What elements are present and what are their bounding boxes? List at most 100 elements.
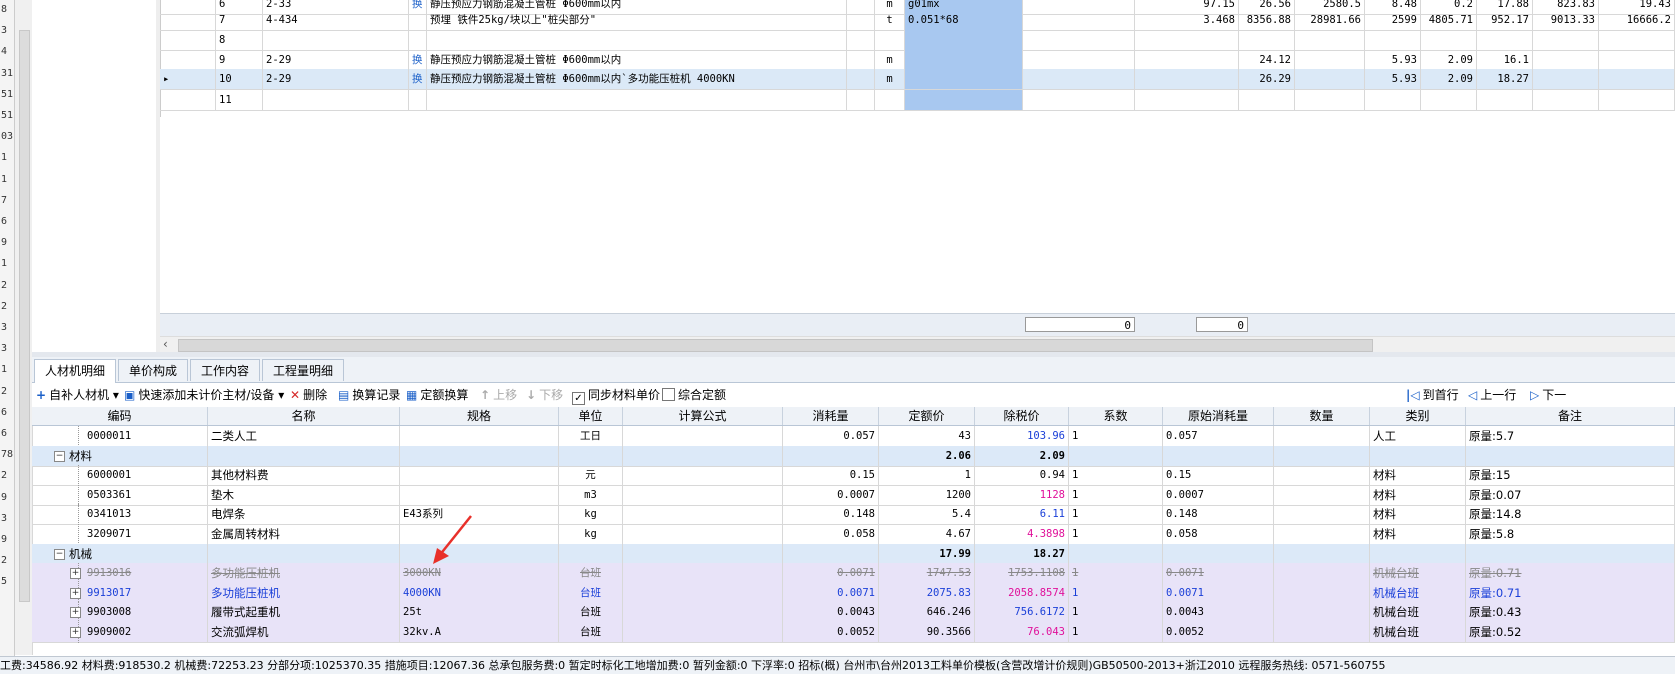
resource-cell-tax[interactable]: 1753.1108 bbox=[975, 563, 1069, 584]
resource-cell-formula[interactable] bbox=[623, 426, 783, 446]
quota-cell-c1[interactable] bbox=[1135, 30, 1239, 50]
resource-cell-price[interactable]: 5.4 bbox=[879, 504, 975, 525]
expand-toggle-icon[interactable]: + bbox=[70, 627, 81, 638]
column-header[interactable]: 除税价 bbox=[975, 407, 1069, 425]
quota-cell-c8[interactable] bbox=[1599, 30, 1675, 50]
expand-toggle-icon[interactable]: + bbox=[70, 607, 81, 619]
resource-cell-note[interactable]: 原量:0.07 bbox=[1466, 484, 1675, 505]
resource-cell-price[interactable]: 4.67 bbox=[879, 524, 975, 544]
resource-cell-coef[interactable]: 1 bbox=[1069, 582, 1163, 603]
quota-cell-c6[interactable] bbox=[1477, 30, 1533, 50]
quota-cell-unit[interactable]: m bbox=[875, 50, 905, 70]
quota-cell-code[interactable]: 2-29 bbox=[263, 69, 409, 89]
quota-cell-name[interactable]: 静压预应力钢筋混凝土管桩 Φ600mm以内 bbox=[427, 50, 847, 70]
resource-cell-qty[interactable]: 0.15 bbox=[783, 465, 879, 486]
resource-cell-orig[interactable] bbox=[1163, 445, 1274, 466]
tree-panel[interactable] bbox=[32, 0, 161, 352]
resource-cell-orig[interactable]: 0.058 bbox=[1163, 524, 1274, 544]
resource-cell-unit[interactable]: 台班 bbox=[559, 582, 623, 603]
resource-cell-orig[interactable]: 0.15 bbox=[1163, 465, 1274, 486]
row-indicator[interactable] bbox=[160, 50, 216, 70]
resource-cell-note[interactable]: 原量:15 bbox=[1466, 465, 1675, 486]
scrollbar-thumb[interactable] bbox=[178, 339, 1373, 352]
resource-cell-tax[interactable]: 103.96 bbox=[975, 426, 1069, 446]
resource-cell-spec[interactable]: 4000KN bbox=[400, 582, 559, 603]
move-up-button[interactable]: ↑ 上移 bbox=[480, 383, 517, 407]
resource-cell-tax[interactable]: 76.043 bbox=[975, 622, 1069, 642]
resource-cell-cat[interactable]: 机械台班 bbox=[1370, 622, 1466, 642]
resource-cell-qty[interactable]: 0.0071 bbox=[783, 563, 879, 584]
resource-cell-formula[interactable] bbox=[623, 622, 783, 642]
resource-cell-cat[interactable]: 机械台班 bbox=[1370, 602, 1466, 623]
resource-cell-note[interactable]: 原量:0.43 bbox=[1466, 602, 1675, 623]
sync-price-checkbox[interactable]: ✓ 同步材料单价 bbox=[572, 383, 660, 407]
resource-cell-orig[interactable]: 0.0007 bbox=[1163, 484, 1274, 505]
resource-cell-spec[interactable] bbox=[400, 484, 559, 505]
resource-cell-tax[interactable]: 0.94 bbox=[975, 465, 1069, 486]
column-header[interactable]: 计算公式 bbox=[623, 407, 783, 425]
resource-cell-price[interactable]: 2.06 bbox=[879, 445, 975, 466]
quota-cell-formula[interactable] bbox=[905, 69, 1023, 89]
resource-cell-cat[interactable] bbox=[1370, 445, 1466, 466]
resource-cell-count[interactable] bbox=[1274, 524, 1370, 544]
resource-cell-price[interactable]: 2075.83 bbox=[879, 582, 975, 603]
resource-cell-code[interactable]: 9903008 bbox=[84, 602, 208, 623]
resource-cell-qty[interactable]: 0.0007 bbox=[783, 484, 879, 505]
column-header[interactable]: 消耗量 bbox=[783, 407, 879, 425]
resource-cell-code[interactable]: 9909002 bbox=[84, 622, 208, 642]
resource-cell-code[interactable]: 9913017 bbox=[84, 582, 208, 603]
resource-cell-orig[interactable]: 0.148 bbox=[1163, 504, 1274, 525]
quota-cell-unit[interactable] bbox=[875, 90, 905, 110]
left-vertical-scrollbar[interactable] bbox=[15, 0, 33, 655]
resource-row[interactable]: +9913017 多功能压桩机 4000KN 台班 0.0071 2075.83 2058.… bbox=[32, 582, 1675, 604]
collapse-toggle-icon[interactable]: − bbox=[54, 450, 65, 462]
quota-cell-code[interactable]: 4-434 bbox=[263, 10, 409, 30]
resource-cell-name[interactable] bbox=[208, 543, 400, 564]
quota-cell-c2[interactable] bbox=[1239, 90, 1295, 110]
quota-row[interactable]: 7 4-434 预埋 铁件25kg/块以上"桩尖部分" t 0.051*68 3.468 8… bbox=[160, 10, 1675, 31]
resource-cell-price[interactable]: 1200 bbox=[879, 484, 975, 505]
resource-cell-code[interactable]: 3209071 bbox=[84, 524, 208, 544]
quota-cell-name[interactable] bbox=[427, 90, 847, 110]
resource-cell-qty[interactable]: 0.148 bbox=[783, 504, 879, 525]
resource-cell-spec[interactable] bbox=[400, 445, 559, 466]
quota-conversion-button[interactable]: ▦ 定额换算 bbox=[406, 383, 468, 407]
resource-row[interactable]: 0503361 垫木 m3 0.0007 1200 1128 1 0.0007 材料 原量:0.0… bbox=[32, 484, 1675, 506]
quota-cell-code[interactable]: 2-29 bbox=[263, 50, 409, 70]
resource-cell-unit[interactable]: 台班 bbox=[559, 602, 623, 623]
tab-unit-price[interactable]: 单价构成 bbox=[118, 359, 189, 381]
resource-cell-qty[interactable]: 0.0052 bbox=[783, 622, 879, 642]
quota-cell-name[interactable]: 预埋 铁件25kg/块以上"桩尖部分" bbox=[427, 10, 847, 30]
add-resource-button[interactable]: + 自补人材机 ▾ bbox=[36, 383, 119, 407]
resource-cell-tax[interactable]: 18.27 bbox=[975, 543, 1069, 564]
resource-cell-count[interactable] bbox=[1274, 622, 1370, 642]
quota-grid[interactable]: 6 2-33 换静压预应力钢筋混凝土管桩 Φ600mm以内 m g01mx 97.15 26… bbox=[160, 0, 1675, 117]
resource-cell-tax[interactable]: 1128 bbox=[975, 484, 1069, 505]
resource-row[interactable]: 6000001 其他材料费元 0.15 1 0.94 1 0.15 材料 原量:15 bbox=[32, 465, 1675, 487]
convert-marker[interactable] bbox=[409, 90, 427, 110]
resource-cell-count[interactable] bbox=[1274, 504, 1370, 525]
resource-cell-tax[interactable]: 4.3898 bbox=[975, 524, 1069, 544]
resource-cell-name[interactable]: 多功能压桩机 bbox=[208, 582, 400, 603]
resource-cell-unit[interactable]: kg bbox=[559, 504, 623, 525]
resource-cell-unit[interactable]: 台班 bbox=[559, 622, 623, 642]
resource-cell-price[interactable]: 43 bbox=[879, 426, 975, 446]
resource-cell-coef[interactable]: 1 bbox=[1069, 524, 1163, 544]
resource-cell-price[interactable]: 1 bbox=[879, 465, 975, 486]
quota-cell-c3[interactable] bbox=[1295, 90, 1365, 110]
quota-cell-unit[interactable]: m bbox=[875, 69, 905, 89]
resource-cell-qty[interactable]: 0.057 bbox=[783, 426, 879, 446]
quota-cell-c4[interactable]: 5.93 bbox=[1365, 50, 1421, 70]
quota-cell-seq[interactable]: 11 bbox=[216, 90, 263, 110]
convert-marker[interactable] bbox=[409, 10, 427, 30]
resource-cell-formula[interactable] bbox=[623, 524, 783, 544]
quota-cell-c5[interactable]: 2.09 bbox=[1421, 69, 1477, 89]
move-down-button[interactable]: ↓ 下移 bbox=[526, 383, 563, 407]
resource-cell-tax[interactable]: 2058.8574 bbox=[975, 582, 1069, 603]
resource-cell-cat[interactable]: 人工 bbox=[1370, 426, 1466, 446]
resource-cell-orig[interactable]: 0.0071 bbox=[1163, 582, 1274, 603]
resource-cell-count[interactable] bbox=[1274, 563, 1370, 584]
quota-cell-c6[interactable]: 18.27 bbox=[1477, 69, 1533, 89]
quota-cell-formula[interactable] bbox=[905, 30, 1023, 50]
resource-cell-spec[interactable] bbox=[400, 426, 559, 446]
